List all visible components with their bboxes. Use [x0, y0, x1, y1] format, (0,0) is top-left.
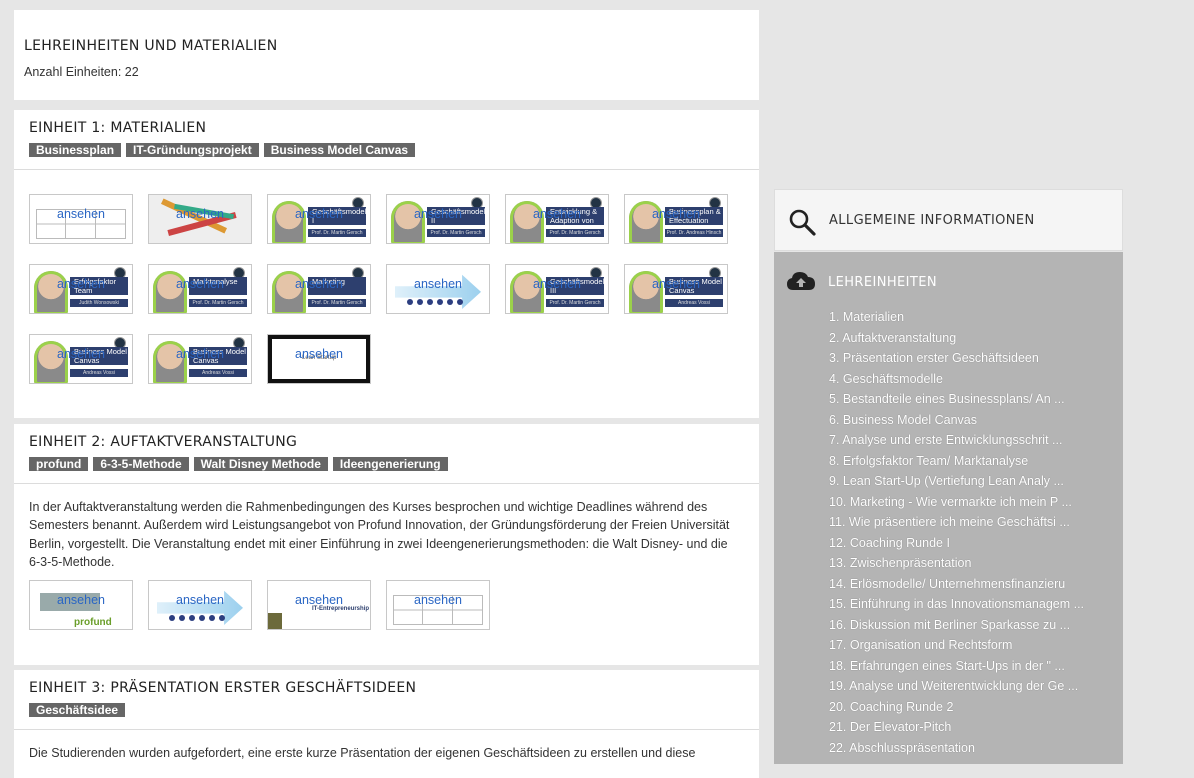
view-link[interactable]: ansehen [30, 347, 132, 361]
page-title: LEHREINHEITEN UND MATERIALIEN [24, 38, 278, 54]
unit-card: EINHEIT 1: MATERIALIEN Businessplan IT-G… [14, 110, 759, 418]
material-thumbnail[interactable]: Business Model Canvas (Mobilität)Andreas… [29, 334, 133, 384]
unit-card: EINHEIT 2: AUFTAKTVERANSTALTUNG profund … [14, 424, 759, 665]
tag[interactable]: Ideengenerierung [332, 457, 448, 471]
toc-item[interactable]: 9. Lean Start-Up (Vertiefung Lean Analy … [829, 471, 1084, 492]
view-link[interactable]: ansehen [387, 277, 489, 291]
toc-item[interactable]: 18. Erfahrungen eines Start-Ups in der "… [829, 656, 1084, 677]
view-link[interactable]: ansehen [387, 207, 489, 221]
material-thumbnail[interactable]: Erfolgsfaktor Team Judith Wonsowski ansehe… [29, 264, 133, 314]
toc-item[interactable]: 22. Abschlusspräsentation [829, 738, 1084, 759]
tag[interactable]: Business Model Canvas [263, 143, 416, 157]
toc-item[interactable]: 20. Coaching Runde 2 [829, 697, 1084, 718]
view-link[interactable]: ansehen [268, 347, 370, 361]
unit-title: EINHEIT 2: AUFTAKTVERANSTALTUNG [29, 434, 298, 450]
tag[interactable]: profund [29, 457, 89, 471]
toc-item[interactable]: 7. Analyse und erste Entwicklungsschrit … [829, 430, 1084, 451]
material-thumbnail[interactable]: Business Model Canvas (Forschungsergebni… [148, 334, 252, 384]
units-header-panel: LEHREINHEITEN UND MATERIALIEN Anzahl Ein… [14, 10, 759, 100]
view-link[interactable]: ansehen [506, 277, 608, 291]
material-thumbnail[interactable]: Geschäftsmodelle IProf. Dr. Martin Gersc… [267, 194, 371, 244]
material-thumbnail[interactable]: Geschäftsmodelle IIProf. Dr. Martin Gers… [386, 194, 490, 244]
toc-item[interactable]: 11. Wie präsentiere ich meine Geschäftsi… [829, 512, 1084, 533]
toc-item[interactable]: 5. Bestandteile eines Businessplans/ An … [829, 389, 1084, 410]
material-thumbnail[interactable]: ansehen [386, 580, 490, 630]
toc-item[interactable]: 4. Geschäftsmodelle [829, 369, 1084, 390]
material-thumbnail[interactable]: profund ansehen [29, 580, 133, 630]
toc-item[interactable]: 1. Materialien [829, 307, 1084, 328]
general-info-label: ALLGEMEINE INFORMATIONEN [829, 213, 1035, 228]
view-link[interactable]: ansehen [149, 207, 251, 221]
toc-item[interactable]: 16. Diskussion mit Berliner Sparkasse zu… [829, 615, 1084, 636]
unit-header: EINHEIT 2: AUFTAKTVERANSTALTUNG profund … [14, 424, 759, 484]
view-link[interactable]: ansehen [387, 593, 489, 607]
material-thumbnail[interactable]: Entwicklung & Adaption von Geschäftsmode… [505, 194, 609, 244]
view-link[interactable]: ansehen [149, 277, 251, 291]
view-link[interactable]: ansehen [625, 277, 727, 291]
material-thumbnail[interactable]: ansehen [386, 264, 490, 314]
toc-item[interactable]: 3. Präsentation erster Geschäftsideen [829, 348, 1084, 369]
tag-list: Businessplan IT-Gründungsprojekt Busines… [29, 143, 416, 157]
general-info-toggle[interactable]: ALLGEMEINE INFORMATIONEN [774, 189, 1123, 251]
view-link[interactable]: ansehen [149, 347, 251, 361]
unit-title: EINHEIT 1: MATERIALIEN [29, 120, 207, 136]
toc-item[interactable]: 8. Erfolgsfaktor Team/ Marktanalyse [829, 451, 1084, 472]
material-thumbnail[interactable]: Business Model Canvas Andreas Vossi ansehe… [624, 264, 728, 314]
material-thumbnail[interactable]: Marktanalyse Prof. Dr. Martin Gersch anseh… [148, 264, 252, 314]
view-link[interactable]: ansehen [506, 207, 608, 221]
material-thumbnail[interactable]: ansehen [29, 194, 133, 244]
toc-item[interactable]: 10. Marketing - Wie vermarkte ich mein P… [829, 492, 1084, 513]
tag[interactable]: Geschäftsidee [29, 703, 126, 717]
unit-header: EINHEIT 1: MATERIALIEN Businessplan IT-G… [14, 110, 759, 170]
view-link[interactable]: ansehen [30, 593, 132, 607]
unit-description: In der Auftaktveranstaltung werden die R… [29, 500, 730, 569]
toc-item[interactable]: 2. Auftaktveranstaltung [829, 328, 1084, 349]
material-thumbnail[interactable]: Marketing Prof. Dr. Martin Gersch ansehen [267, 264, 371, 314]
view-link[interactable]: ansehen [30, 207, 132, 221]
view-link[interactable]: ansehen [149, 593, 251, 607]
tag[interactable]: Walt Disney Methode [193, 457, 328, 471]
unit-title: EINHEIT 3: PRÄSENTATION ERSTER GESCHÄFTS… [29, 680, 417, 696]
toc-item[interactable]: 13. Zwischenpräsentation [829, 553, 1084, 574]
toc-item[interactable]: 15. Einführung in das Innovationsmanagem… [829, 594, 1084, 615]
material-thumbnail[interactable]: Geschäftsmodelle IIIProf. Dr. Martin Ger… [505, 264, 609, 314]
toc-item[interactable]: 21. Der Elevator-Pitch [829, 717, 1084, 738]
view-link[interactable]: ansehen [625, 207, 727, 221]
view-link[interactable]: ansehen [268, 277, 370, 291]
units-nav-panel: LEHREINHEITEN 1. Materialien 2. Auftaktve… [774, 252, 1123, 764]
unit-description: Die Studierenden wurden aufgefordert, ei… [29, 746, 696, 760]
view-link[interactable]: ansehen [268, 207, 370, 221]
tag[interactable]: IT-Gründungsprojekt [126, 143, 259, 157]
units-nav-label: LEHREINHEITEN [828, 275, 937, 290]
toc-item[interactable]: 12. Coaching Runde I [829, 533, 1084, 554]
tag[interactable]: Businessplan [29, 143, 122, 157]
unit-count: Anzahl Einheiten: 22 [24, 65, 139, 79]
material-thumbnail[interactable]: ansehen [148, 580, 252, 630]
material-thumbnail[interactable]: ansehen [148, 194, 252, 244]
unit-header: EINHEIT 3: PRÄSENTATION ERSTER GESCHÄFTS… [14, 670, 759, 730]
toc-item[interactable]: 19. Analyse und Weiterentwicklung der Ge… [829, 676, 1084, 697]
tag[interactable]: 6-3-5-Methode [93, 457, 189, 471]
material-thumbnail[interactable]: IT-Entrepreneurship ansehen [267, 580, 371, 630]
material-thumbnail[interactable]: Lean Startup ansehen [267, 334, 371, 384]
toc-item[interactable]: 6. Business Model Canvas [829, 410, 1084, 431]
view-link[interactable]: ansehen [268, 593, 370, 607]
search-icon [787, 207, 817, 242]
material-thumbnail[interactable]: Businessplan & Effectuation Prof. Dr. And… [624, 194, 728, 244]
cloud-upload-icon [786, 270, 816, 297]
unit-toc: 1. Materialien 2. Auftaktveranstaltung 3. … [829, 307, 1084, 758]
toc-item[interactable]: 17. Organisation und Rechtsform [829, 635, 1084, 656]
view-link[interactable]: ansehen [30, 277, 132, 291]
tag-list: Geschäftsidee [29, 703, 126, 717]
tag-list: profund 6-3-5-Methode Walt Disney Method… [29, 457, 448, 471]
toc-item[interactable]: 14. Erlösmodelle/ Unternehmensfinanzieru [829, 574, 1084, 595]
unit-card: EINHEIT 3: PRÄSENTATION ERSTER GESCHÄFTS… [14, 670, 759, 778]
